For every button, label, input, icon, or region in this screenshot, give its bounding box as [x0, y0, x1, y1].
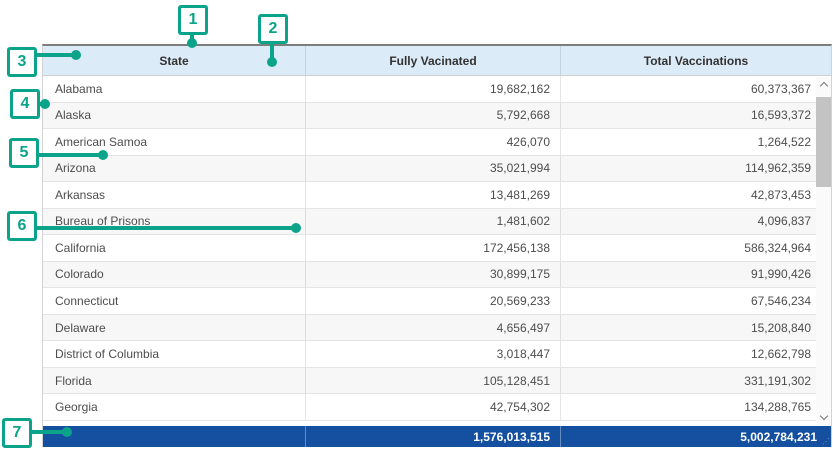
value-cell: 42,873,453 — [560, 182, 831, 208]
scroll-down-button[interactable] — [816, 410, 831, 425]
value-cell: 12,662,798 — [560, 341, 831, 367]
data-table: State Fully Vacinated Total Vaccinations… — [42, 44, 832, 447]
callout-1-dot — [187, 38, 197, 48]
value-cell: 16,593,372 — [560, 103, 831, 129]
callout-badge-1: 1 — [178, 5, 208, 35]
value-cell: 114,962,359 — [560, 156, 831, 182]
vertical-scrollbar[interactable] — [816, 77, 831, 425]
value-cell: 15,208,840 — [560, 315, 831, 341]
state-cell: Colorado — [43, 262, 305, 288]
table-row[interactable]: Alabama19,682,16260,373,367 — [43, 76, 831, 103]
value-cell: 586,324,964 — [560, 235, 831, 261]
callout-badge-6: 6 — [7, 211, 37, 241]
table-row[interactable]: Alaska5,792,66816,593,372 — [43, 103, 831, 130]
callout-badge-3: 3 — [7, 47, 37, 77]
value-cell: 1,264,522 — [560, 129, 831, 155]
chevron-down-icon — [819, 412, 827, 420]
state-cell: Connecticut — [43, 288, 305, 314]
chevron-up-icon — [819, 82, 827, 90]
value-cell: 172,456,138 — [305, 235, 560, 261]
value-cell: 19,682,162 — [305, 76, 560, 102]
column-header-total-vaccinations[interactable]: Total Vaccinations — [560, 46, 831, 75]
summary-cell-empty — [43, 426, 305, 447]
summary-cell-fully-vacinated: 1,576,013,515 — [305, 426, 560, 447]
table-row[interactable]: Delaware4,656,49715,208,840 — [43, 315, 831, 342]
state-cell: Arkansas — [43, 182, 305, 208]
callout-5-dot — [98, 150, 108, 160]
scrollbar-thumb[interactable] — [816, 97, 831, 187]
table-row[interactable]: Florida105,128,451331,191,302 — [43, 368, 831, 395]
annotated-table-screenshot: State Fully Vacinated Total Vaccinations… — [0, 0, 833, 453]
value-cell: 5,792,668 — [305, 103, 560, 129]
state-cell: American Samoa — [43, 129, 305, 155]
value-cell: 331,191,302 — [560, 368, 831, 394]
value-cell: 134,288,765 — [560, 394, 831, 420]
state-cell: Bureau of Prisons — [43, 209, 305, 235]
callout-badge-2: 2 — [258, 14, 288, 44]
table-row[interactable]: Connecticut20,569,23367,546,234 — [43, 288, 831, 315]
value-cell: 35,021,994 — [305, 156, 560, 182]
value-cell: 42,754,302 — [305, 394, 560, 420]
value-cell: 91,990,426 — [560, 262, 831, 288]
value-cell: 13,481,269 — [305, 182, 560, 208]
value-cell: 60,373,367 — [560, 76, 831, 102]
column-header-state[interactable]: State — [43, 46, 305, 75]
callout-6-dot — [291, 223, 301, 233]
table-row[interactable]: Georgia42,754,302134,288,765 — [43, 394, 831, 421]
table-row[interactable]: Bureau of Prisons1,481,6024,096,837 — [43, 209, 831, 236]
table-summary-row: 1,576,013,515 5,002,784,231 — [43, 426, 831, 447]
table-row[interactable]: Arizona35,021,994114,962,359 — [43, 156, 831, 183]
scroll-up-button[interactable] — [816, 77, 831, 92]
callout-4-dot — [40, 99, 50, 109]
state-cell: Florida — [43, 368, 305, 394]
table-row[interactable]: American Samoa426,0701,264,522 — [43, 129, 831, 156]
table-header-row: State Fully Vacinated Total Vaccinations — [43, 46, 831, 76]
value-cell: 4,096,837 — [560, 209, 831, 235]
state-cell: Arizona — [43, 156, 305, 182]
state-cell: Georgia — [43, 394, 305, 420]
callout-badge-5: 5 — [9, 138, 39, 168]
state-cell: Alaska — [43, 103, 305, 129]
table-row[interactable]: California172,456,138586,324,964 — [43, 235, 831, 262]
resize-grip-icon[interactable]: ⋰ — [822, 438, 830, 446]
callout-badge-7: 7 — [2, 418, 32, 448]
table-row[interactable]: Colorado30,899,17591,990,426 — [43, 262, 831, 289]
value-cell: 30,899,175 — [305, 262, 560, 288]
callout-7-connector — [31, 430, 65, 434]
callout-badge-4: 4 — [10, 89, 40, 119]
value-cell: 20,569,233 — [305, 288, 560, 314]
value-cell: 4,656,497 — [305, 315, 560, 341]
table-body: Alabama19,682,16260,373,367Alaska5,792,6… — [43, 76, 831, 421]
state-cell: Alabama — [43, 76, 305, 102]
table-row[interactable]: District of Columbia3,018,44712,662,798 — [43, 341, 831, 368]
callout-5-connector — [38, 153, 100, 157]
callout-3-dot — [71, 50, 81, 60]
callout-7-dot — [62, 427, 72, 437]
value-cell: 105,128,451 — [305, 368, 560, 394]
table-row[interactable]: Arkansas13,481,26942,873,453 — [43, 182, 831, 209]
state-cell: California — [43, 235, 305, 261]
summary-cell-total-vaccinations: 5,002,784,231 — [560, 426, 831, 447]
value-cell: 3,018,447 — [305, 341, 560, 367]
callout-2-dot — [267, 57, 277, 67]
value-cell: 426,070 — [305, 129, 560, 155]
state-cell: District of Columbia — [43, 341, 305, 367]
state-cell: Delaware — [43, 315, 305, 341]
callout-6-connector — [36, 226, 293, 230]
callout-3-connector — [36, 53, 74, 57]
value-cell: 1,481,602 — [305, 209, 560, 235]
column-header-fully-vacinated[interactable]: Fully Vacinated — [305, 46, 560, 75]
value-cell: 67,546,234 — [560, 288, 831, 314]
